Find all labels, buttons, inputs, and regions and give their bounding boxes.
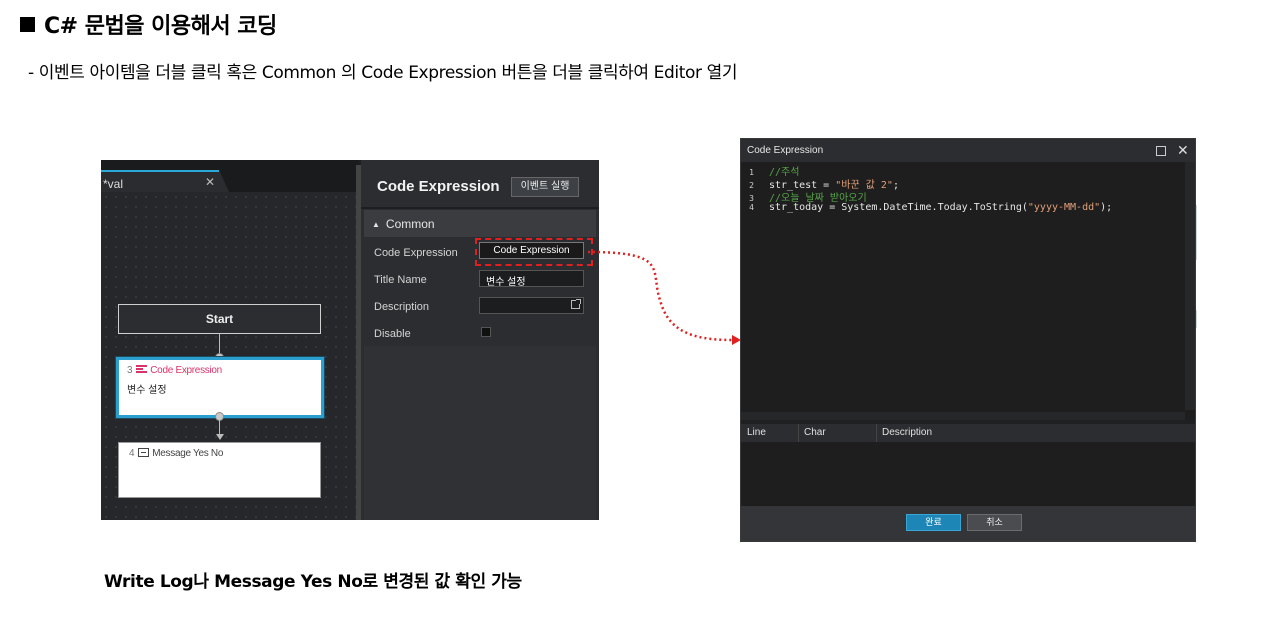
- col-char[interactable]: Char: [804, 427, 826, 438]
- tab-bar: *val ✕: [101, 160, 359, 192]
- divider: [361, 207, 599, 209]
- col-separator: [876, 424, 877, 442]
- dialog-titlebar[interactable]: Code Expression ✕: [741, 139, 1195, 162]
- code-line[interactable]: 3//오늘 날짜 받아오기: [741, 189, 867, 204]
- horizontal-scrollbar[interactable]: [741, 412, 1185, 420]
- dialog-title: Code Expression: [747, 145, 824, 156]
- run-event-button[interactable]: 이벤트 실행: [511, 177, 579, 197]
- close-icon[interactable]: ✕: [205, 175, 215, 189]
- node-type: Code Expression: [150, 365, 222, 376]
- ok-button[interactable]: 완료: [906, 514, 961, 531]
- arrow-down-icon: [216, 434, 224, 440]
- prop-label-title-name: Title Name: [374, 274, 427, 286]
- properties-empty-area: [364, 346, 596, 520]
- flow-canvas[interactable]: Start 3 Code Expression 변수 설정 4 Message Ye…: [101, 192, 359, 520]
- node-type: Message Yes No: [152, 448, 224, 459]
- section-label: Common: [385, 217, 435, 231]
- dialog-footer: 완료 취소: [741, 506, 1195, 541]
- code-line[interactable]: 4 str_today = System.DateTime.Today.ToStr…: [741, 202, 1112, 215]
- code-token: str_today = System.DateTime.Today.ToStri…: [769, 202, 1028, 213]
- prop-label-code-expression: Code Expression: [374, 247, 458, 259]
- code-line[interactable]: 2 str_test = "바꾼 값 2";: [741, 176, 899, 191]
- close-icon[interactable]: ✕: [1177, 142, 1189, 159]
- code-token: );: [1100, 202, 1113, 213]
- square-bullet-icon: [20, 17, 35, 32]
- section-common[interactable]: ▲ Common: [364, 210, 596, 237]
- node-title: 변수 설정: [127, 385, 167, 396]
- title-name-input[interactable]: 변수 설정: [479, 270, 584, 288]
- vertical-scrollbar[interactable]: [1185, 162, 1195, 410]
- tab-val[interactable]: *val ✕: [101, 170, 219, 192]
- page-heading-text: C# 문법을 이용해서 코딩: [44, 14, 277, 39]
- tab-edge: [219, 170, 229, 192]
- highlight-box: [475, 238, 593, 266]
- prop-label-disable: Disable: [374, 328, 411, 340]
- col-description[interactable]: Description: [882, 427, 932, 438]
- page-heading: C# 문법을 이용해서 코딩: [20, 8, 277, 40]
- code-expression-dialog: Code Expression ✕ 1//주석 2 str_test = "바꾼 값…: [740, 138, 1196, 542]
- line-number: 4: [749, 203, 754, 212]
- maximize-icon[interactable]: [1156, 146, 1166, 156]
- node-header: 3 Code Expression: [127, 365, 313, 376]
- bottom-note: Write Log나 Message Yes No로 변경된 값 확인 가능: [104, 572, 522, 592]
- node-code-expression[interactable]: 3 Code Expression 변수 설정: [116, 357, 324, 418]
- properties-panel: Code Expression 이벤트 실행 ▲ Common Code Expr…: [361, 160, 599, 520]
- node-start[interactable]: Start: [118, 304, 321, 334]
- designer-screenshot: *val ✕ Start 3 Code Expression 변수 설정 4 Mes…: [101, 160, 599, 520]
- node-index: 4: [129, 448, 135, 459]
- prop-label-description: Description: [374, 301, 430, 313]
- cancel-button[interactable]: 취소: [967, 514, 1022, 531]
- code-token: ;: [892, 180, 899, 191]
- tab-label: *val: [103, 177, 124, 191]
- error-list-header: Line Char Description: [741, 424, 1195, 442]
- code-editor[interactable]: 1//주석 2 str_test = "바꾼 값 2"; 3//오늘 날짜 받아오기 4…: [741, 162, 1195, 420]
- col-separator: [798, 424, 799, 442]
- node-index: 3: [127, 365, 133, 376]
- disable-checkbox[interactable]: [481, 327, 491, 337]
- code-line[interactable]: 1//주석: [741, 163, 799, 178]
- col-line[interactable]: Line: [747, 427, 766, 438]
- open-external-icon[interactable]: [571, 299, 581, 309]
- instruction-text: - 이벤트 아이템을 더블 클릭 혹은 Common 의 Code Expres…: [28, 63, 738, 83]
- code-lines-icon: [136, 365, 148, 373]
- error-list: [741, 442, 1195, 506]
- properties-title: Code Expression: [377, 178, 500, 195]
- description-input[interactable]: [479, 297, 584, 314]
- message-box-icon: [138, 448, 150, 457]
- node-message-yes-no[interactable]: 4 Message Yes No: [118, 442, 321, 498]
- code-token: "yyyy-MM-dd": [1027, 202, 1101, 213]
- connector-wire: [219, 420, 220, 435]
- caret-up-icon: ▲: [372, 220, 380, 229]
- node-header: 4 Message Yes No: [129, 448, 310, 459]
